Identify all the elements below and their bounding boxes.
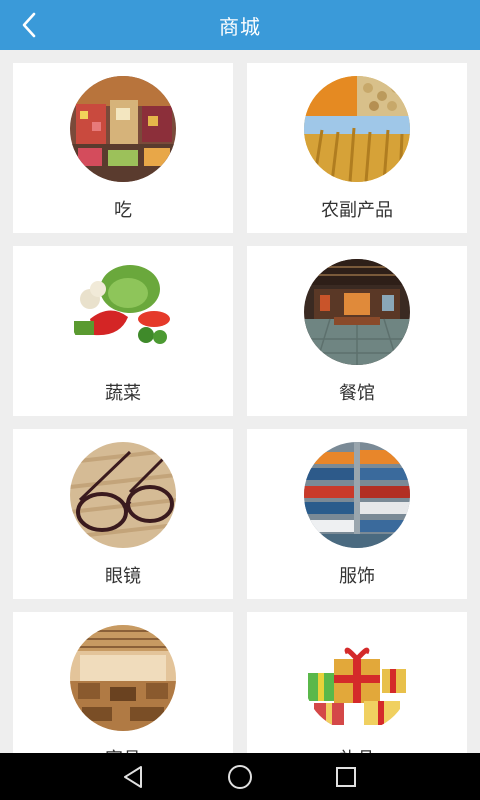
category-image-vegetables	[70, 259, 176, 365]
category-label: 农副产品	[321, 200, 393, 221]
category-image-glasses	[70, 442, 176, 548]
category-card-farm-products[interactable]: 农副产品	[247, 63, 467, 233]
category-label: 服饰	[339, 566, 375, 587]
category-label: 眼镜	[105, 566, 141, 587]
category-image-clothing	[304, 442, 410, 548]
category-label: 餐馆	[339, 383, 375, 404]
circle-home-icon	[228, 765, 252, 789]
chevron-left-icon	[22, 12, 36, 38]
page-title: 商城	[219, 14, 261, 39]
category-image-market	[70, 76, 176, 182]
back-button[interactable]	[10, 5, 50, 45]
category-card-food[interactable]: 吃	[13, 63, 233, 233]
category-label: 蔬菜	[105, 383, 141, 404]
category-image-furniture	[70, 625, 176, 731]
app-bar: 商城	[0, 0, 480, 50]
category-label: 吃	[114, 200, 132, 221]
category-label: 家具	[13, 745, 233, 753]
nav-home-button[interactable]	[222, 759, 258, 795]
system-nav-bar	[0, 753, 480, 800]
category-grid: 吃 农副产品 蔬菜 餐馆 眼镜 服饰	[13, 63, 467, 753]
category-card-furniture[interactable]: 家具	[13, 612, 233, 753]
nav-back-button[interactable]	[115, 759, 151, 795]
category-image-gifts	[304, 625, 410, 731]
category-label: 礼品	[247, 745, 467, 753]
category-card-gifts[interactable]: 礼品	[247, 612, 467, 753]
square-recents-icon	[336, 767, 356, 787]
category-card-restaurant[interactable]: 餐馆	[247, 246, 467, 416]
category-card-vegetables[interactable]: 蔬菜	[13, 246, 233, 416]
category-image-restaurant	[304, 259, 410, 365]
category-card-glasses[interactable]: 眼镜	[13, 429, 233, 599]
nav-recents-button[interactable]	[328, 759, 364, 795]
triangle-back-icon	[124, 766, 142, 788]
category-card-clothing[interactable]: 服饰	[247, 429, 467, 599]
category-image-grain	[304, 76, 410, 182]
